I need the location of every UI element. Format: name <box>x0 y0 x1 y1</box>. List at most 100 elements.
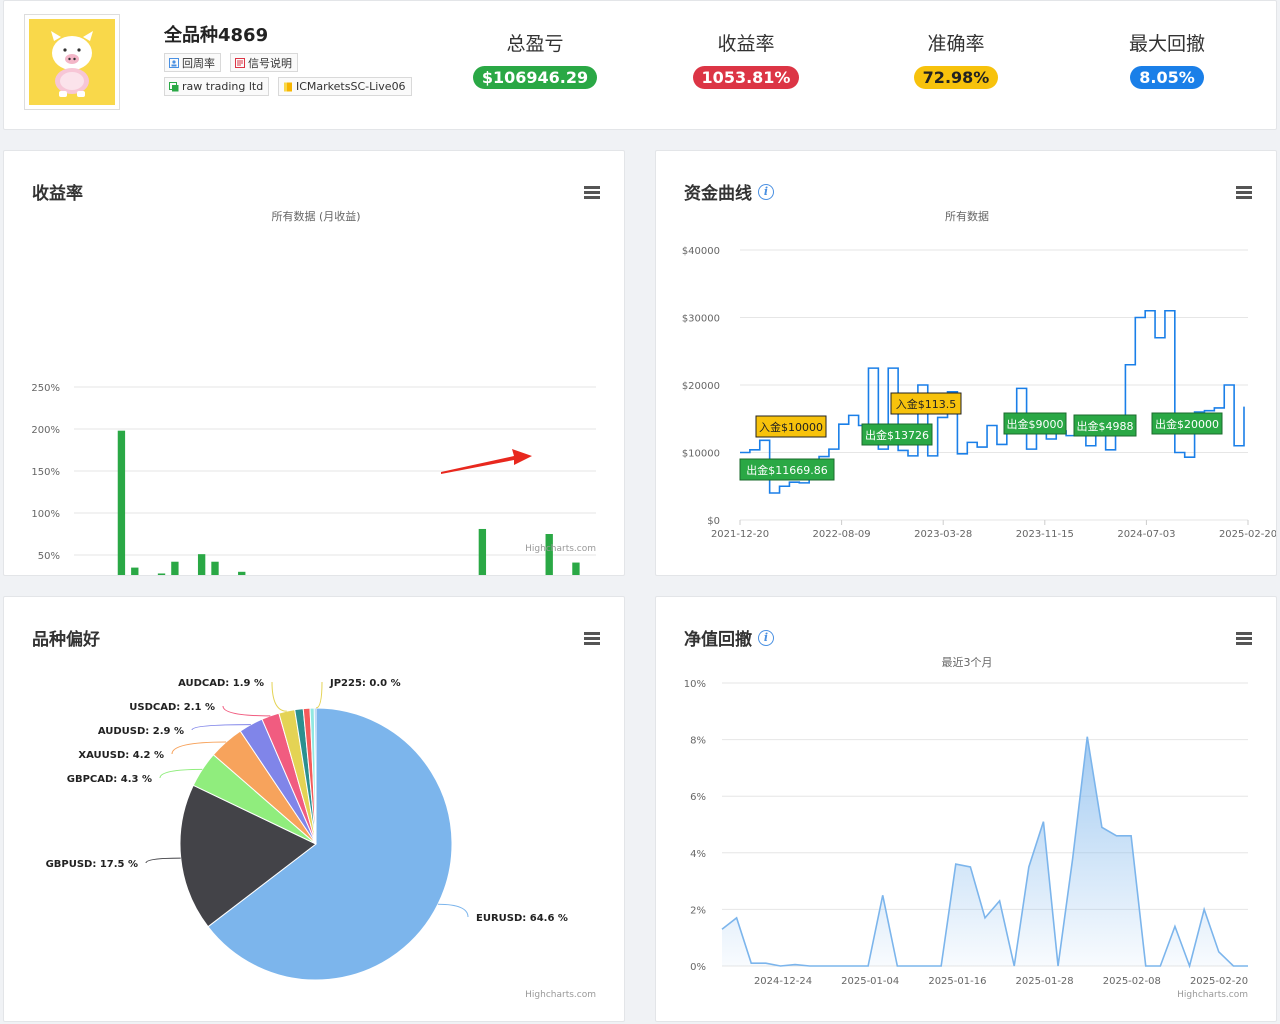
y-tick-label: 150% <box>31 467 60 478</box>
pie-connector <box>191 724 251 731</box>
pie-connector <box>271 681 287 712</box>
flag-label: 入金$10000 <box>759 420 823 434</box>
highcharts-credit: Highcharts.com <box>525 990 596 1000</box>
panel-returns: 收益率 所有数据 (月收益)250%200%150%100%50%0%-50%2… <box>3 150 625 576</box>
tag-label: 回周率 <box>182 56 215 70</box>
bar <box>211 561 219 575</box>
y-tick-label: $30000 <box>682 314 720 325</box>
stat-max-drawdown: 最大回撤 8.05% <box>1067 29 1267 89</box>
flag-label: 出金$13726 <box>865 428 929 442</box>
x-tick-label: 2025-01-04 <box>841 976 899 987</box>
x-tick-label: 2025-01-28 <box>1016 976 1074 987</box>
y-tick-label: 6% <box>690 792 706 803</box>
stat-label: 最大回撤 <box>1128 33 1205 55</box>
highcharts-credit: Highcharts.com <box>525 544 596 554</box>
bar <box>238 571 246 575</box>
chart-subtitle: 所有数据 (月收益) <box>271 209 360 223</box>
y-tick-label: $40000 <box>682 246 720 257</box>
tag-server[interactable]: ICMarketsSC-Live06 <box>278 77 412 96</box>
pie-label: GBPCAD: 4.3 % <box>67 774 152 785</box>
x-tick-label: 2022-08-09 <box>813 529 871 540</box>
account-header: 全品种4869 回周率 信号说明 raw trading ltd ICMarke… <box>3 0 1277 130</box>
y-tick-label: 250% <box>31 383 60 394</box>
y-tick-label: 8% <box>690 736 706 747</box>
server-icon <box>284 82 292 91</box>
y-tick-label: 100% <box>31 509 60 520</box>
tag-label: 信号说明 <box>248 56 292 70</box>
flag-label: 出金$9000 <box>1007 417 1064 431</box>
chart-subtitle: 最近3个月 <box>942 656 993 669</box>
pie-label: AUDCAD: 1.9 % <box>178 678 264 689</box>
pie-connector <box>437 903 469 918</box>
x-tick-label: 2024-07-03 <box>1117 529 1175 540</box>
x-tick-label: 2025-02-20 <box>1190 976 1248 987</box>
stat-label: 收益率 <box>717 33 775 55</box>
symbols-pie-chart: EURUSD: 64.6 % GBPUSD: 17.5 % GBPCAD: 4.3 … <box>46 678 596 1000</box>
tag-broker[interactable]: raw trading ltd <box>164 77 270 96</box>
stat-value: $106946.29 <box>472 66 598 89</box>
highcharts-credit: Highcharts.com <box>1177 990 1248 1000</box>
panel-symbols: 品种偏好 EURUSD: 64.6 % GBPUSD: 17.5 % GBPCAD:… <box>3 596 625 1022</box>
document-icon <box>235 57 245 68</box>
bar <box>171 561 179 575</box>
bar <box>157 573 166 575</box>
y-tick-label: 50% <box>38 551 60 562</box>
stat-value: 8.05% <box>1130 66 1204 89</box>
pie-connector <box>159 768 203 779</box>
drawdown-chart: 最近3个月 10% 8% 6% 4% 2% 0% 2024-12-24 2025-01-04 20… <box>684 656 1248 1000</box>
flag-label: 出金$20000 <box>1155 417 1219 431</box>
x-tick-label: 2021-12-20 <box>711 529 769 540</box>
bar <box>117 430 126 575</box>
bar <box>197 554 206 575</box>
account-name: 全品种4869 <box>164 25 269 46</box>
x-tick-label: 2024-12-24 <box>754 976 812 987</box>
x-tick-label: 2023-11-15 <box>1016 529 1074 540</box>
pie-label: JP225: 0.0 % <box>329 678 401 689</box>
panel-drawdown: 净值回撤 i 最近3个月 10% 8% 6% 4% 2% 0% 2024-12-24 2025-0… <box>655 596 1277 1022</box>
stat-value: 72.98% <box>913 66 999 89</box>
pie-label: USDCAD: 2.1 % <box>129 702 215 713</box>
broker-icon <box>169 81 179 91</box>
stat-accuracy: 准确率 72.98% <box>856 29 1056 89</box>
y-tick-label: 200% <box>31 425 60 436</box>
tag-signal-info[interactable]: 信号说明 <box>230 53 298 72</box>
pie-label: AUDUSD: 2.9 % <box>98 726 184 737</box>
y-tick-label: $20000 <box>682 381 720 392</box>
panel-equity: 资金曲线 i 所有数据 $40000 $30000 $20000 $10000 $0 2021… <box>655 150 1277 576</box>
y-tick-label: 10% <box>684 679 706 690</box>
y-tick-label: $0 <box>707 516 720 527</box>
y-tick-label: 4% <box>690 849 706 860</box>
x-tick-label: 2023-03-28 <box>914 529 972 540</box>
tag-label: ICMarketsSC-Live06 <box>296 80 406 93</box>
flag-label: 出金$4988 <box>1077 419 1134 433</box>
pie-connector <box>315 681 323 709</box>
pie-connector <box>145 857 181 864</box>
account-avatar <box>24 14 120 110</box>
annotation-red-arrow <box>441 449 532 474</box>
pie-label: EURUSD: 64.6 % <box>476 913 568 924</box>
y-tick-label: 2% <box>690 905 706 916</box>
stat-return-rate: 收益率 1053.81% <box>646 29 846 89</box>
bar <box>478 528 487 575</box>
bar <box>131 567 139 575</box>
pie-label: XAUUSD: 4.2 % <box>78 750 164 761</box>
stat-value: 1053.81% <box>692 66 800 89</box>
chart-subtitle: 所有数据 <box>945 209 989 223</box>
x-tick-label: 2025-01-16 <box>928 976 986 987</box>
stat-label: 总盈亏 <box>506 33 564 55</box>
tag-weekly-return[interactable]: 回周率 <box>164 53 221 72</box>
pie-label: GBPUSD: 17.5 % <box>46 859 138 870</box>
returns-chart: 所有数据 (月收益)250%200%150%100%50%0%-50%2021-… <box>31 209 596 575</box>
user-card-icon <box>169 57 179 68</box>
tag-label: raw trading ltd <box>182 80 264 93</box>
bar <box>572 562 580 575</box>
y-tick-label: $10000 <box>682 449 720 460</box>
pie-connector <box>222 705 271 717</box>
pig-avatar-icon <box>51 31 93 97</box>
stat-total-pnl: 总盈亏 $106946.29 <box>435 29 635 89</box>
stat-label: 准确率 <box>927 33 985 55</box>
x-tick-label: 2025-02-08 <box>1103 976 1161 987</box>
equity-chart: 所有数据 $40000 $30000 $20000 $10000 $0 2021-12-20… <box>682 209 1276 540</box>
flag-label: 出金$11669.86 <box>746 463 828 477</box>
y-tick-label: 0% <box>690 962 706 973</box>
